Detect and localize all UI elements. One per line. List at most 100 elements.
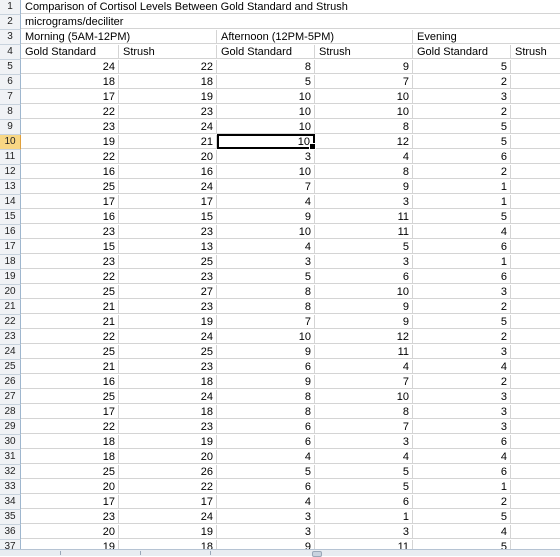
data-cell[interactable]: 7	[217, 315, 315, 329]
data-cell[interactable]: 4	[413, 225, 511, 239]
row-header[interactable]: 26	[0, 375, 21, 390]
row-header[interactable]: 29	[0, 420, 21, 435]
column-header-gold-standard[interactable]: Gold Standard	[413, 45, 511, 59]
column-header-strush[interactable]: Strush	[315, 45, 413, 59]
data-cell[interactable]: 1	[413, 180, 511, 194]
row-header[interactable]: 11	[0, 150, 21, 165]
data-cell[interactable]: 23	[119, 360, 217, 374]
data-cell[interactable]: 5	[413, 510, 511, 524]
data-cell[interactable]: 27	[119, 285, 217, 299]
data-cell[interactable]: 23	[119, 105, 217, 119]
data-cell[interactable]: 3	[315, 255, 413, 269]
row-header[interactable]: 24	[0, 345, 21, 360]
data-cell[interactable]: 4	[511, 330, 560, 344]
data-cell[interactable]: 8	[315, 120, 413, 134]
data-cell[interactable]: 2	[511, 165, 560, 179]
row-header[interactable]: 7	[0, 90, 21, 105]
data-cell[interactable]: 24	[21, 60, 119, 74]
data-cell[interactable]: 2	[511, 300, 560, 314]
data-cell[interactable]: 5	[413, 315, 511, 329]
data-cell[interactable]: 3	[413, 285, 511, 299]
data-cell[interactable]: 9	[217, 345, 315, 359]
data-cell[interactable]: 6	[217, 435, 315, 449]
data-cell[interactable]: 3	[413, 345, 511, 359]
data-cell[interactable]: 5	[511, 270, 560, 284]
data-cell[interactable]: 3	[511, 375, 560, 389]
row-header[interactable]: 18	[0, 255, 21, 270]
data-cell[interactable]: 7	[511, 210, 560, 224]
data-cell[interactable]: 2	[413, 75, 511, 89]
data-cell[interactable]: 11	[315, 345, 413, 359]
data-cell[interactable]: 8	[315, 405, 413, 419]
data-cell[interactable]: 26	[119, 465, 217, 479]
data-cell[interactable]: 5	[315, 240, 413, 254]
data-cell[interactable]: 8	[217, 390, 315, 404]
row-header[interactable]: 20	[0, 285, 21, 300]
data-cell[interactable]: 22	[21, 150, 119, 164]
data-cell[interactable]: 5	[413, 540, 511, 549]
data-cell[interactable]: 6	[511, 360, 560, 374]
row-header[interactable]: 12	[0, 165, 21, 180]
data-cell[interactable]: 18	[119, 540, 217, 549]
row-header[interactable]: 8	[0, 105, 21, 120]
data-cell[interactable]: 10	[217, 120, 315, 134]
data-cell[interactable]: 3	[413, 90, 511, 104]
data-cell[interactable]: 1	[413, 195, 511, 209]
data-cell[interactable]: 2	[511, 75, 560, 89]
data-cell[interactable]: 16	[21, 165, 119, 179]
data-cell[interactable]: 4	[217, 195, 315, 209]
data-cell[interactable]: 18	[21, 435, 119, 449]
data-cell[interactable]: 9	[315, 300, 413, 314]
data-cell[interactable]: 6	[315, 495, 413, 509]
data-cell[interactable]: 19	[21, 135, 119, 149]
data-cell[interactable]: 10	[217, 165, 315, 179]
data-cell[interactable]: 23	[21, 225, 119, 239]
data-cell[interactable]: 9	[217, 540, 315, 549]
data-cell[interactable]: 4	[315, 360, 413, 374]
data-cell[interactable]: 18	[119, 375, 217, 389]
active-cell[interactable]: 10	[217, 134, 316, 150]
row-header[interactable]: 22	[0, 315, 21, 330]
data-cell[interactable]: 4	[511, 450, 560, 464]
data-cell[interactable]: 17	[119, 195, 217, 209]
data-cell[interactable]: 3	[511, 285, 560, 299]
data-cell[interactable]: 25	[119, 255, 217, 269]
data-cell[interactable]: 4	[413, 450, 511, 464]
data-cell[interactable]: 19	[119, 90, 217, 104]
data-cell[interactable]: 6	[413, 150, 511, 164]
data-cell[interactable]: 25	[21, 180, 119, 194]
data-cell[interactable]: 4	[217, 495, 315, 509]
data-cell[interactable]: 5	[413, 120, 511, 134]
data-cell[interactable]: 3	[511, 225, 560, 239]
data-cell[interactable]: 21	[21, 300, 119, 314]
data-cell[interactable]: 1	[413, 255, 511, 269]
data-cell[interactable]: 18	[119, 405, 217, 419]
data-cell[interactable]: 5	[511, 195, 560, 209]
data-cell[interactable]: 5	[217, 75, 315, 89]
data-cell[interactable]: 3	[413, 390, 511, 404]
row-header[interactable]: 21	[0, 300, 21, 315]
data-cell[interactable]: 10	[217, 90, 315, 104]
data-cell[interactable]: 23	[119, 270, 217, 284]
data-cell[interactable]: 4	[217, 450, 315, 464]
data-cell[interactable]: 11	[315, 225, 413, 239]
data-cell[interactable]: 8	[217, 60, 315, 74]
row-header[interactable]: 9	[0, 120, 21, 135]
row-header[interactable]: 2	[0, 15, 21, 30]
data-cell[interactable]: 5	[511, 525, 560, 539]
data-cell[interactable]: 7	[315, 75, 413, 89]
data-cell[interactable]: 24	[119, 510, 217, 524]
data-cell[interactable]: 10	[315, 90, 413, 104]
data-cell[interactable]: 4	[511, 345, 560, 359]
row-header[interactable]: 30	[0, 435, 21, 450]
data-cell[interactable]: 18	[21, 450, 119, 464]
data-cell[interactable]: 9	[315, 60, 413, 74]
data-cell[interactable]: 4	[511, 60, 560, 74]
data-cell[interactable]: 21	[21, 360, 119, 374]
data-cell[interactable]: 3	[315, 435, 413, 449]
data-cell[interactable]: 24	[119, 120, 217, 134]
data-cell[interactable]: 24	[119, 390, 217, 404]
data-cell[interactable]: 25	[119, 345, 217, 359]
data-cell[interactable]: 5	[413, 210, 511, 224]
data-cell[interactable]: 3	[217, 525, 315, 539]
